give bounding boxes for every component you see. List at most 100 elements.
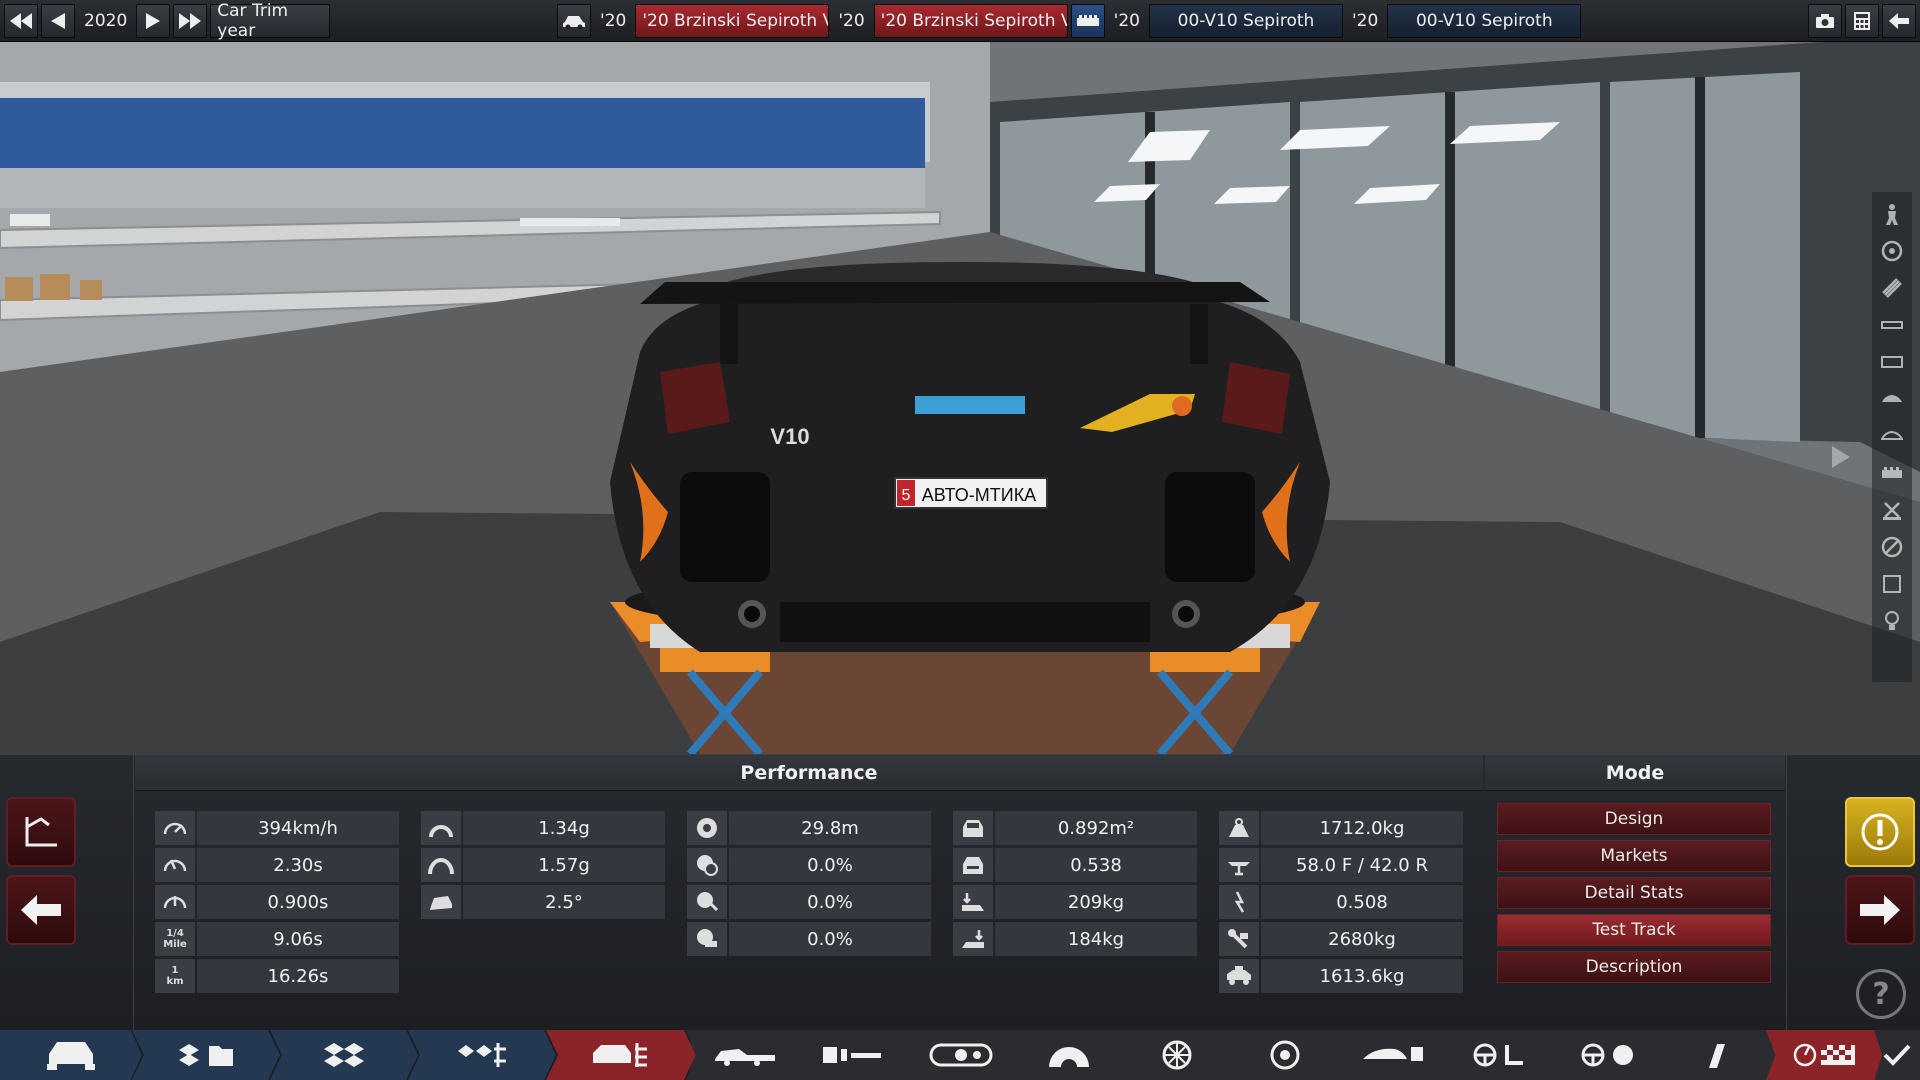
tab-drivetrain[interactable] [902,1030,1020,1080]
tab-wheels[interactable] [1118,1030,1236,1080]
tab-fixtures[interactable] [1658,1030,1776,1080]
stat-row-frontal-area: 0.892m² [953,811,1197,845]
mode-markets-button[interactable]: Markets [1497,840,1771,872]
brake-wheel-icon [687,885,727,919]
tab-model-family[interactable] [132,1030,280,1080]
cargo-weight-icon [1219,959,1259,993]
engine-name-b[interactable]: 00-V10 Sepiroth [1387,3,1582,38]
towing-capacity-icon [1219,922,1259,956]
blueprint-view-button[interactable] [1877,568,1907,599]
chassis-view-button[interactable] [1877,309,1907,340]
calculator-button[interactable] [1845,3,1880,38]
xray-view-button[interactable] [1877,420,1907,451]
tab-suspension[interactable] [794,1030,912,1080]
model-name-b[interactable]: '20 Brzinski Sepiroth V10 [873,3,1068,38]
shift-time-value: 0.900s [197,885,399,919]
brake-fade-value: 0.0% [729,848,931,882]
car-3d-viewport[interactable]: 5 АВТО-МТИКА V10 [0,42,1920,754]
suspension-view-button[interactable] [1877,272,1907,303]
lighting-view-button[interactable] [1877,605,1907,636]
exit-button[interactable] [1882,3,1917,38]
body-view-button[interactable] [1877,346,1907,377]
camera-icon [1816,13,1835,28]
gear-shift-time-icon [155,885,195,919]
engine-name-a[interactable]: 00-V10 Sepiroth [1148,3,1343,38]
engine-button[interactable] [1070,3,1105,38]
rim-icon [1162,1040,1192,1070]
aero-icon [1363,1047,1423,1061]
stat-row-top-speed: 394km/h [155,811,399,845]
steering-seat-icon [1473,1043,1523,1067]
next-button[interactable] [1845,875,1915,945]
tab-trim-selection[interactable] [546,1030,696,1080]
tab-engine-family[interactable] [270,1030,418,1080]
left-nav-column [0,755,134,1031]
engine-view-button[interactable] [1877,457,1907,488]
car-model-button[interactable] [557,3,592,38]
weight-distribution-icon [1219,848,1259,882]
tab-engine-parts[interactable] [408,1030,556,1080]
stat-row-quarter-mile: 1/4 Mile 9.06s [155,922,399,956]
stats-column-aero: 0.892m² 0.538 209kg 184kg [953,811,1197,959]
help-button[interactable]: ? [1856,969,1906,1019]
wheel-view-button[interactable] [1877,235,1907,266]
year-last-button[interactable] [173,3,208,38]
braking-distance-icon [687,811,727,845]
year-first-button[interactable] [4,3,38,38]
stat-row-brake-lockup: 0.0% [687,885,931,919]
side-strip-expand-arrow[interactable] [1830,442,1852,472]
chassis-side-icon [715,1049,775,1066]
weight-value: 1712.0kg [1261,811,1463,845]
gearbox-icon [929,1043,993,1067]
cornering-high-g-icon [421,848,461,882]
high-cornering-value: 1.57g [463,848,665,882]
engine-cylinders-icon [324,1043,364,1067]
axis-corner-icon [25,817,57,847]
stat-row-center-of-gravity: 0.508 [1219,885,1463,919]
tab-test-track[interactable] [1766,1030,1884,1080]
no-wheels-view-button[interactable] [1877,531,1907,562]
stat-row-body-roll: 2.5° [421,885,665,919]
car-shape-view-button[interactable] [1877,383,1907,414]
warnings-button[interactable] [1845,797,1915,867]
acceleration-0-100-icon [155,848,195,882]
stat-row-high-cornering: 1.57g [421,848,665,882]
camera-reset-button[interactable] [6,797,76,867]
mode-description-button[interactable]: Description [1497,951,1771,983]
car-xray-icon [1881,430,1903,440]
year-prev-button[interactable] [41,3,75,38]
tab-chassis[interactable] [686,1030,804,1080]
mode-design-button[interactable]: Design [1497,803,1771,835]
stat-row-braking-distance: 29.8m [687,811,931,845]
one-km-icon-top: 1 [171,965,179,976]
mode-test-track-button[interactable]: Test Track [1497,914,1771,946]
mode-detail-stats-button[interactable]: Detail Stats [1497,877,1771,909]
tab-brakes[interactable] [1226,1030,1344,1080]
one-km-icon: 1 km [155,959,195,993]
tab-interior[interactable] [1442,1030,1560,1080]
stat-row-weight-distribution: 58.0 F / 42.0 R [1219,848,1463,882]
engine-folder-icon [179,1044,233,1066]
tab-car-overview[interactable] [0,1030,142,1080]
towing-value: 2680kg [1261,922,1463,956]
tab-safety[interactable] [1550,1030,1668,1080]
back-button[interactable] [6,875,76,945]
gear-half-icon [1049,1047,1089,1069]
quarter-mile-icon-top: 1/4 [166,928,184,939]
model-year-a: '20 [600,10,627,31]
quarter-mile-icon-bottom: Mile [163,939,187,950]
quarter-mile-icon: 1/4 Mile [155,922,195,956]
tab-body[interactable] [1010,1030,1128,1080]
screenshot-button[interactable] [1808,3,1843,38]
stat-row-towing: 2680kg [1219,922,1463,956]
tab-aero[interactable] [1334,1030,1452,1080]
stat-row-acceleration: 2.30s [155,848,399,882]
year-next-button[interactable] [136,3,171,38]
model-name-a[interactable]: '20 Brzinski Sepiroth V10 [635,3,830,38]
drag-value: 0.538 [995,848,1197,882]
suspension-icon [823,1047,881,1063]
rear-downforce-icon [953,922,993,956]
driver-view-button[interactable] [1877,198,1907,229]
lift-view-button[interactable] [1877,494,1907,525]
arrow-left-icon [21,895,61,925]
